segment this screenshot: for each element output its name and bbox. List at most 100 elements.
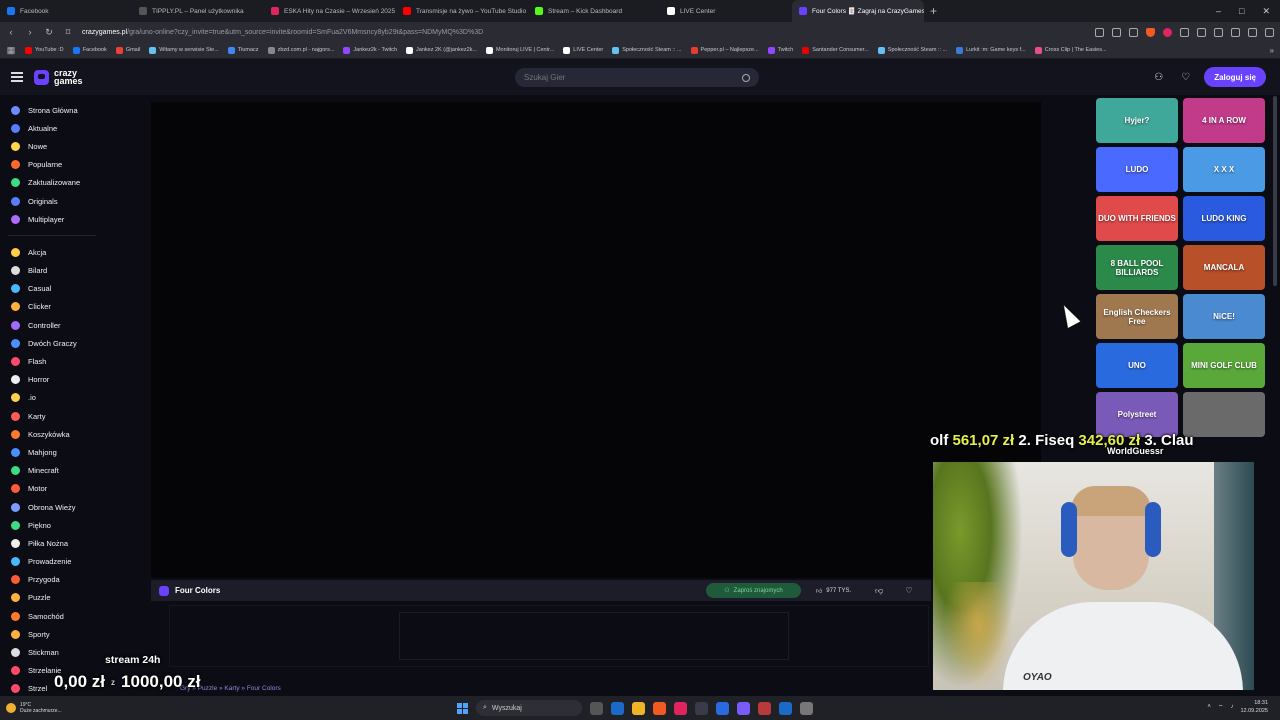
game-thumbnail[interactable]: DUO WITH FRIENDS	[1096, 196, 1178, 241]
sidebar-item[interactable]: Puzzle	[0, 589, 104, 607]
like-button[interactable]: 👍︎ 977 TYS.	[816, 583, 851, 598]
game-thumbnail[interactable]: UNO	[1096, 343, 1178, 388]
sidebar-item[interactable]: Popularne	[0, 156, 104, 174]
sidebar-item[interactable]: Casual	[0, 280, 104, 298]
heart-icon[interactable]: ♡	[1177, 69, 1194, 86]
bookmark-item[interactable]: Twitch	[767, 46, 793, 54]
game-player[interactable]	[151, 102, 1041, 578]
bookmark-item[interactable]: Cross Clip | The Easies...	[1034, 46, 1107, 54]
browser-tab[interactable]: LIVE Center	[660, 0, 792, 22]
browser-tab[interactable]: TIPPLY.PL – Panel użytkownika	[132, 0, 264, 22]
sidebar-item[interactable]: Bilard	[0, 262, 104, 280]
browser-tab[interactable]: ESKA Hity na Czasie – Wrzesień 2025	[264, 0, 396, 22]
browser-tab[interactable]: Stream – Kick Dashboard	[528, 0, 660, 22]
bookmark-item[interactable]: Tłumacz	[227, 46, 259, 54]
steam-icon[interactable]	[611, 701, 624, 715]
brave-shield-icon[interactable]	[1146, 27, 1155, 37]
sidebar-item[interactable]: Akcja	[0, 243, 104, 261]
share-icon[interactable]	[1112, 27, 1121, 37]
sidebar-item[interactable]: Nowe	[0, 137, 104, 155]
sidebar-item[interactable]: Strona Główna	[0, 101, 104, 119]
bookmark-item[interactable]: Witamy w serwisie Ste...	[149, 46, 219, 54]
game-thumbnail[interactable]: MANCALA	[1183, 245, 1265, 290]
more-bookmarks-icon[interactable]: »	[1270, 46, 1274, 55]
game-thumbnail[interactable]: LUDO KING	[1183, 196, 1265, 241]
sidebar-item[interactable]: Horror	[0, 371, 104, 389]
apps-icon[interactable]: ▦	[6, 45, 16, 56]
game-thumbnail[interactable]: Hyjer?	[1096, 98, 1178, 143]
forward-icon[interactable]: ›	[25, 27, 35, 37]
bookmark-item[interactable]: zbzd.com.pl - najgors...	[267, 46, 334, 54]
clock[interactable]: 18:31 12.09.2025	[1240, 699, 1268, 715]
minimize-icon[interactable]: –	[1216, 6, 1221, 17]
sidebar-item[interactable]: Minecraft	[0, 462, 104, 480]
search-input[interactable]	[524, 73, 724, 82]
search-box[interactable]	[515, 68, 759, 87]
friends-icon[interactable]: ⚇	[1150, 69, 1167, 86]
bookmark-item[interactable]: LIVE Center	[563, 46, 603, 54]
back-icon[interactable]: ‹	[6, 27, 16, 37]
sidebar-item[interactable]: Karty	[0, 407, 104, 425]
bookmark-item[interactable]: Lurkit :m: Game keys f...	[956, 46, 1026, 54]
volume-icon[interactable]: ♪	[1230, 704, 1233, 710]
file-explorer-icon[interactable]	[632, 701, 645, 715]
login-button[interactable]: Zaloguj się	[1204, 67, 1266, 87]
bookmark-item[interactable]: Społeczność Steam :: ...	[877, 46, 947, 54]
sidebar-item[interactable]: Motor	[0, 480, 104, 498]
sidebar-item[interactable]: Prowadzenie	[0, 553, 104, 571]
sidebar-item[interactable]: Multiplayer	[0, 210, 104, 228]
sidebar-item[interactable]: Clicker	[0, 298, 104, 316]
game-thumbnail[interactable]: LUDO	[1096, 147, 1178, 192]
sidebar-item[interactable]: Piłka Nożna	[0, 534, 104, 552]
page-scrollbar[interactable]	[1273, 96, 1277, 286]
sidebar-item[interactable]: Samochód	[0, 607, 104, 625]
bookmark-item[interactable]: Jankez 2K (@jankez2k...	[406, 46, 477, 54]
sidebar-item[interactable]: Stickman	[0, 643, 104, 661]
red-app-icon[interactable]	[674, 701, 687, 715]
tray-chevron-icon[interactable]: ˄	[1207, 704, 1211, 710]
task-view-icon[interactable]	[590, 701, 603, 715]
extensions-icon[interactable]	[1180, 27, 1189, 37]
menu-icon[interactable]	[1265, 27, 1274, 37]
browser-tab[interactable]: Transmisje na żywo – YouTube Studio	[396, 0, 528, 22]
brave-icon[interactable]	[653, 701, 666, 715]
new-tab-button[interactable]: +	[924, 4, 943, 18]
star-icon[interactable]	[1129, 27, 1138, 37]
game-thumbnail[interactable]: X X X	[1183, 147, 1265, 192]
playlist-icon[interactable]	[1214, 27, 1223, 37]
sidebar-item[interactable]: Koszykówka	[0, 425, 104, 443]
brave-rewards-icon[interactable]	[1163, 27, 1172, 37]
bookmark-item[interactable]: Monitoruj LIVE | Centr...	[485, 46, 554, 54]
browser-tab[interactable]: Four Colors 🃏 Zagraj na CrazyGames×	[792, 0, 924, 22]
bookmark-item[interactable]: Gmail	[115, 46, 140, 54]
maximize-icon[interactable]: □	[1239, 6, 1244, 17]
reload-icon[interactable]: ↻	[44, 27, 54, 38]
discord-icon[interactable]	[737, 701, 750, 715]
bookmark-item[interactable]: Santander Consumer...	[802, 46, 869, 54]
favorite-button[interactable]: ♡	[901, 583, 917, 598]
windows-start-icon[interactable]	[457, 702, 468, 714]
sidebar-item[interactable]: Flash	[0, 352, 104, 370]
browser-tab[interactable]: Facebook	[0, 0, 132, 22]
hamburger-menu-icon[interactable]	[11, 72, 23, 82]
close-window-icon[interactable]: ✕	[1262, 6, 1270, 17]
app-icon-3[interactable]	[758, 701, 771, 715]
network-icon[interactable]: ⌔	[1218, 703, 1224, 711]
bookmark-item[interactable]: Facebook	[72, 46, 107, 54]
sidebar-item[interactable]: Controller	[0, 316, 104, 334]
bookmark-icon[interactable]: ⌑	[63, 27, 73, 38]
game-thumbnail[interactable]: English Checkers Free	[1096, 294, 1178, 339]
taskbar-search[interactable]: ⌕ Wyszukaj	[476, 700, 582, 716]
sidebar-item[interactable]: .io	[0, 389, 104, 407]
game-thumbnail[interactable]: Polystreet	[1096, 392, 1178, 437]
game-thumbnail[interactable]: MINI GOLF CLUB	[1183, 343, 1265, 388]
sidebar-item[interactable]: Zaktualizowane	[0, 174, 104, 192]
app-icon-2[interactable]	[716, 701, 729, 715]
bookmark-item[interactable]: Społeczność Steam :: ...	[612, 46, 682, 54]
vpn-icon[interactable]	[1248, 27, 1257, 37]
game-thumbnail[interactable]: NiCE!	[1183, 294, 1265, 339]
app-icon[interactable]	[695, 701, 708, 715]
sidebar-item[interactable]: Sporty	[0, 625, 104, 643]
url-field[interactable]: crazygames.pl /gra/uno-online?czy_invite…	[82, 29, 483, 36]
sidebar-item[interactable]: Aktualne	[0, 119, 104, 137]
